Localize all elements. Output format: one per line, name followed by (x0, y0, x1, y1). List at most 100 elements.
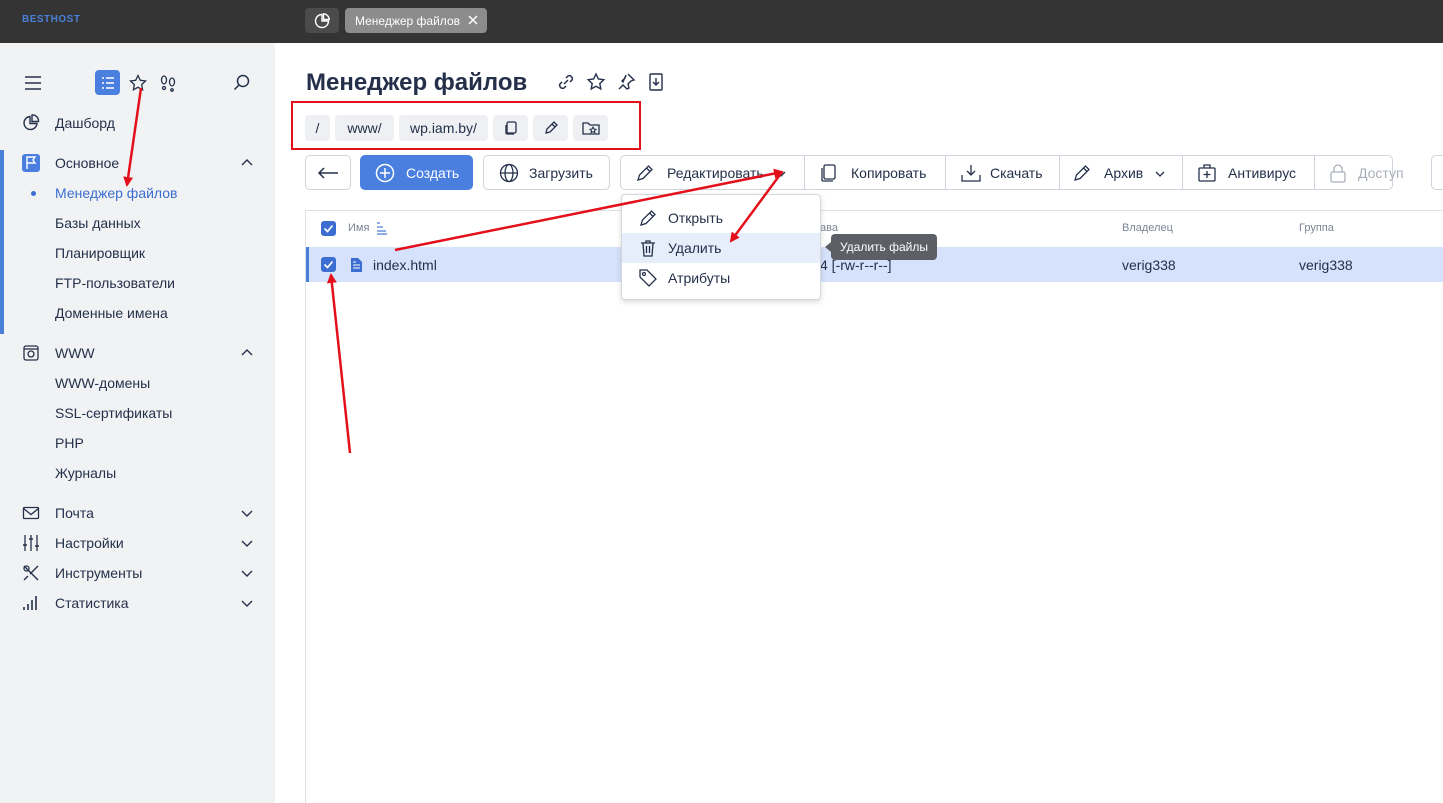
file-group: verig338 (1299, 257, 1353, 273)
copy-label: Копировать (851, 165, 927, 181)
sidebar-item-www-domains[interactable]: WWW-домены (55, 375, 150, 391)
sidebar-item-ssl[interactable]: SSL-сертификаты (55, 405, 172, 421)
gear-window-icon (23, 345, 39, 361)
select-all-checkbox[interactable] (321, 221, 336, 236)
copy-icon (504, 121, 517, 135)
breadcrumb-site[interactable]: wp.iam.by/ (399, 115, 488, 141)
access-label: Доступ (1358, 165, 1404, 181)
sidebar-item-databases[interactable]: Базы данных (55, 215, 141, 231)
pencil-icon (637, 165, 653, 181)
edit-path-button[interactable] (533, 115, 568, 141)
check-icon (323, 260, 334, 269)
chevron-down-icon[interactable] (240, 596, 254, 610)
file-actions-toolbar: Редактировать Копировать Скачать Архив А… (620, 155, 1404, 190)
file-icon (351, 258, 362, 272)
row-checkbox[interactable] (321, 257, 336, 272)
create-label: Создать (406, 165, 460, 181)
archive-label: Архив (1104, 165, 1144, 181)
sidebar-item-label: Настройки (55, 535, 124, 551)
copy-button[interactable]: Копировать (805, 156, 945, 189)
pie-chart-icon (314, 12, 330, 28)
edit-menu-button[interactable]: Редактировать (621, 156, 804, 189)
chevron-down-icon[interactable] (240, 506, 254, 520)
link-icon[interactable] (556, 72, 576, 92)
plus-circle-icon (375, 163, 395, 183)
search-icon[interactable] (229, 70, 255, 96)
create-button[interactable]: Создать (360, 155, 473, 190)
arrow-left-icon (317, 166, 338, 179)
sidebar-section-settings[interactable]: Настройки (0, 528, 275, 558)
star-icon[interactable] (125, 70, 151, 96)
flag-icon (22, 154, 40, 172)
delete-tooltip: Удалить файлы (825, 234, 937, 260)
pencil-icon (640, 210, 656, 226)
sidebar-item-logs[interactable]: Журналы (55, 465, 116, 481)
sidebar-item-dashboard[interactable]: Дашборд (0, 108, 275, 138)
archive-menu-button[interactable]: Архив (1060, 156, 1182, 189)
download-label: Скачать (990, 165, 1043, 181)
download-button[interactable]: Скачать (946, 156, 1059, 189)
file-name[interactable]: index.html (373, 257, 437, 273)
sidebar-item-file-manager[interactable]: Менеджер файлов (55, 185, 178, 201)
sidebar-item-php[interactable]: PHP (55, 435, 84, 451)
sidebar-section-mail[interactable]: Почта (0, 498, 275, 528)
sort-icon[interactable] (376, 221, 388, 235)
pencil-icon (1074, 165, 1090, 181)
menu-item-attributes[interactable]: Атрибуты (622, 263, 820, 293)
more-button[interactable] (1431, 155, 1443, 190)
column-header-name[interactable]: Имя (348, 222, 369, 234)
star-icon[interactable] (586, 72, 606, 92)
tab-label: Менеджер файлов (355, 13, 460, 28)
back-button[interactable] (305, 155, 351, 190)
sidebar-item-label: Статистика (55, 595, 129, 611)
sidebar-item-ftp-users[interactable]: FTP-пользователи (55, 275, 175, 291)
sidebar-item-label: WWW (55, 345, 95, 361)
breadcrumb-www[interactable]: www/ (335, 115, 394, 141)
breadcrumb-root[interactable]: / (305, 115, 330, 141)
upload-label: Загрузить (529, 165, 593, 181)
sliders-icon (23, 535, 39, 551)
antivirus-button[interactable]: Антивирус (1183, 156, 1314, 189)
file-table (305, 210, 1443, 803)
sidebar-section-main[interactable]: Основное (0, 148, 275, 178)
sidebar-item-label: Основное (55, 155, 120, 171)
sidebar-item-scheduler[interactable]: Планировщик (55, 245, 145, 261)
dashboard-tab[interactable] (305, 8, 339, 33)
sidebar-item-label: Почта (55, 505, 94, 521)
first-aid-icon (1198, 164, 1216, 182)
column-header-rights[interactable]: ава (820, 222, 838, 234)
sidebar-section-www[interactable]: WWW (0, 338, 275, 368)
footprints-icon[interactable] (155, 70, 181, 96)
sidebar-section-stats[interactable]: Статистика (0, 588, 275, 618)
antivirus-label: Антивирус (1228, 165, 1297, 181)
chevron-down-icon[interactable] (240, 536, 254, 550)
menu-icon[interactable] (20, 70, 46, 96)
copy-path-button[interactable] (493, 115, 528, 141)
access-button[interactable]: Доступ (1315, 156, 1404, 189)
column-header-group[interactable]: Группа (1299, 222, 1334, 234)
pin-icon[interactable] (616, 72, 636, 92)
upload-button[interactable]: Загрузить (483, 155, 610, 190)
column-header-owner[interactable]: Владелец (1122, 222, 1173, 234)
list-view-icon[interactable] (95, 70, 120, 95)
mail-icon (22, 506, 40, 520)
menu-item-delete[interactable]: Удалить (622, 233, 820, 263)
file-owner: verig338 (1122, 257, 1176, 273)
save-page-icon[interactable] (646, 72, 666, 92)
chevron-up-icon[interactable] (240, 346, 254, 360)
trash-icon (641, 240, 655, 257)
bar-chart-icon (23, 596, 37, 610)
tab-file-manager[interactable]: Менеджер файлов (345, 8, 487, 33)
brand-logo[interactable]: BESTHOST (22, 14, 80, 25)
edit-label: Редактировать (667, 165, 764, 181)
menu-item-open[interactable]: Открыть (622, 203, 820, 233)
sidebar-section-tools[interactable]: Инструменты (0, 558, 275, 588)
chevron-up-icon[interactable] (240, 156, 254, 170)
tools-icon (23, 565, 39, 581)
sidebar-item-domains[interactable]: Доменные имена (55, 305, 168, 321)
chevron-down-icon[interactable] (240, 566, 254, 580)
pencil-icon (544, 121, 558, 134)
close-icon[interactable] (466, 13, 480, 27)
favorite-folder-button[interactable] (573, 115, 608, 141)
menu-item-label: Удалить (668, 240, 722, 256)
